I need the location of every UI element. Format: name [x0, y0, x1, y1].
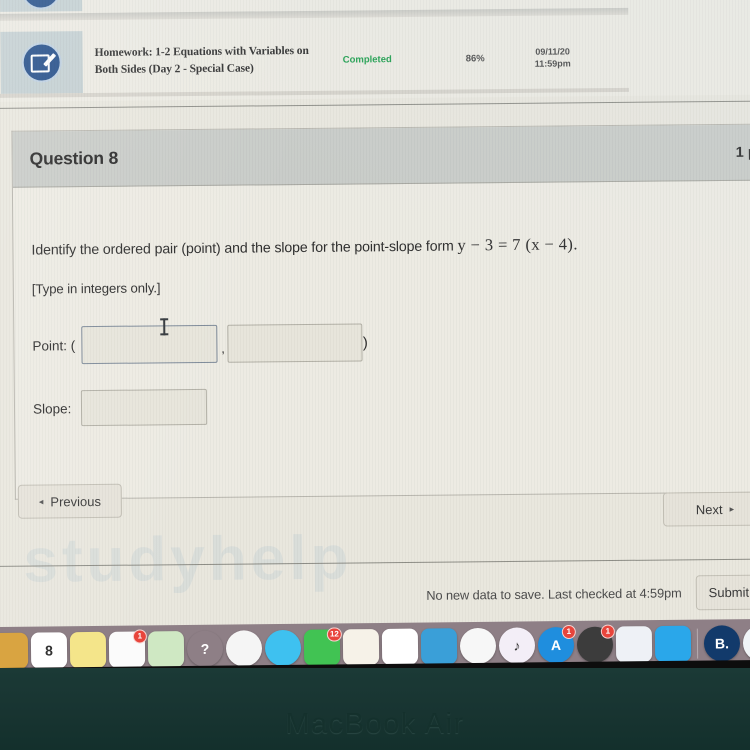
previous-button[interactable]: ◂ Previous	[17, 483, 123, 519]
news-icon[interactable]	[342, 628, 380, 665]
next-button-label: Next	[695, 501, 723, 517]
blackboard-icon-glyph: B.	[714, 634, 730, 651]
assignment-icon-cell	[0, 0, 83, 12]
save-bar: No new data to save. Last checked at 4:5…	[0, 570, 750, 620]
teal-app-icon[interactable]	[742, 624, 750, 661]
question-prompt: Identify the ordered pair (point) and th…	[31, 232, 750, 259]
assignment-due-date: 09/11/20	[535, 46, 570, 57]
question-card: Question 8 1 pts Identify the ordered pa…	[11, 123, 750, 500]
point-x-input[interactable]	[81, 324, 218, 365]
roblox-icon[interactable]	[615, 625, 653, 663]
assignment-due-time: 11:59pm	[534, 58, 571, 69]
itunes-music-icon[interactable]: ♪	[498, 626, 536, 664]
point-close-paren: )	[362, 333, 368, 351]
assignment-score: 86%	[465, 52, 485, 64]
assignment-status: Completed	[342, 53, 392, 66]
chevron-right-icon: ▸	[729, 503, 735, 514]
save-status-text: No new data to save. Last checked at 4:5…	[426, 584, 682, 603]
notification-badge: 1	[132, 628, 147, 644]
keynote-icon[interactable]	[420, 627, 458, 665]
facetime-icon[interactable]: 12	[303, 626, 342, 666]
do-not-disturb-icon[interactable]	[459, 627, 497, 664]
laptop-screen: as Completed 100% 11:59pm Homework: 1-2 …	[0, 0, 750, 628]
text-cursor-icon	[163, 318, 166, 336]
laptop-bezel: MacBook Air	[0, 668, 750, 750]
calendar-icon-glyph: 8	[45, 641, 53, 658]
numbers-icon[interactable]	[381, 628, 419, 665]
point-comma: ,	[221, 340, 225, 356]
reminders-icon[interactable]: 1	[108, 628, 147, 668]
question-prompt-text: Identify the ordered pair (point) and th…	[31, 238, 458, 259]
footer-divider	[0, 558, 750, 567]
table-row[interactable]: Homework: 1-2 Equations with Variables o…	[0, 26, 601, 94]
section-divider	[0, 100, 750, 109]
quiz-navigation: ◂ Previous Next ▸	[0, 472, 750, 542]
assignment-title: Homework: 1-2 Equations with Variables o…	[94, 45, 309, 76]
next-button[interactable]: Next ▸	[662, 491, 750, 527]
help-question-icon[interactable]: ?	[186, 630, 224, 667]
calendar-icon[interactable]: 8	[30, 631, 68, 669]
app-store-icon-glyph: A	[550, 636, 562, 653]
photos-icon[interactable]	[225, 629, 263, 667]
system-preferences-icon[interactable]: 1	[576, 624, 615, 663]
laptop-model-label: MacBook Air	[285, 707, 465, 740]
point-field-row: Point: ( , )	[32, 319, 750, 365]
submit-quiz-button[interactable]: Submit Q	[695, 573, 750, 610]
notification-badge: 12	[326, 626, 342, 642]
question-instruction: [Type in integers only.]	[31, 280, 161, 297]
assignment-edit-icon	[20, 0, 62, 10]
assignment-due: 09/11/20 11:59pm	[513, 45, 593, 70]
question-body: Identify the ordered pair (point) and th…	[13, 180, 750, 498]
page-title: Question 8	[29, 147, 119, 169]
blue-diamond-app-icon[interactable]	[654, 625, 692, 662]
notification-badge: 1	[600, 624, 615, 639]
assignment-icon-cell	[0, 31, 83, 94]
assignment-edit-icon	[21, 42, 62, 83]
messages-icon[interactable]	[264, 629, 302, 666]
chevron-left-icon: ◂	[38, 495, 44, 507]
blackboard-icon[interactable]: B.	[703, 624, 741, 662]
slope-input[interactable]	[81, 388, 208, 427]
previous-button-label: Previous	[50, 493, 102, 509]
help-question-icon-glyph: ?	[200, 640, 210, 657]
question-equation: y − 3 = 7 (x − 4).	[457, 234, 578, 255]
point-label: Point: (	[32, 337, 76, 354]
maps-icon[interactable]	[147, 630, 185, 667]
question-header: Question 8 1 pts	[12, 124, 750, 188]
notes-icon[interactable]	[69, 631, 107, 668]
question-points: 1 pts	[735, 144, 750, 161]
point-y-input[interactable]	[227, 323, 363, 363]
slope-label: Slope:	[32, 400, 72, 417]
notification-badge: 1	[561, 624, 576, 639]
assignment-list: as Completed 100% 11:59pm Homework: 1-2 …	[0, 0, 750, 102]
finder-icon[interactable]	[0, 632, 29, 669]
dock-separator	[696, 628, 699, 659]
app-store-icon[interactable]: A1	[537, 624, 576, 663]
itunes-music-icon-glyph: ♪	[513, 637, 521, 654]
slope-field-row: Slope:	[32, 383, 750, 427]
